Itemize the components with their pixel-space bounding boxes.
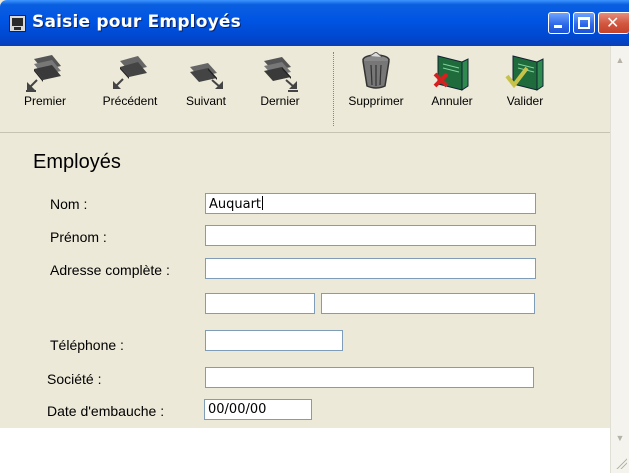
first-record-icon (26, 55, 61, 92)
prenom-field[interactable] (205, 225, 536, 246)
scroll-down-icon[interactable]: ▼ (611, 430, 629, 447)
resize-grip-icon[interactable] (615, 457, 627, 469)
maximize-button[interactable] (573, 12, 595, 34)
minimize-icon (554, 25, 562, 28)
adresse-label: Adresse complète : (50, 262, 170, 278)
nom-label: Nom : (50, 196, 88, 212)
telephone-field[interactable] (205, 330, 343, 351)
cancel-button[interactable]: Annuler (426, 52, 478, 130)
next-record-icon (190, 63, 223, 89)
telephone-label: Téléphone : (50, 337, 124, 353)
scroll-up-icon[interactable]: ▲ (611, 52, 629, 69)
minimize-button[interactable] (548, 12, 570, 34)
previous-record-button[interactable]: Précédent (96, 52, 164, 130)
vertical-scrollbar[interactable]: ▲ ▼ (610, 46, 629, 473)
prenom-label: Prénom : (50, 229, 107, 245)
cancel-label: Annuler (431, 94, 473, 108)
delete-button[interactable]: Supprimer (342, 52, 410, 130)
next-record-button[interactable]: Suivant (180, 52, 232, 130)
last-record-icon (264, 57, 298, 92)
societe-label: Société : (47, 371, 102, 387)
last-record-button[interactable]: Dernier (254, 52, 306, 130)
cancel-folder-icon (433, 55, 469, 91)
toolbar: Premier Précédent Suivant Dernier Suppri… (0, 46, 610, 133)
toolbar-separator (333, 52, 334, 126)
first-record-label: Premier (23, 94, 66, 108)
text-caret (262, 196, 264, 210)
form-footer-area (0, 428, 610, 473)
validate-label: Valider (506, 94, 544, 108)
app-window-icon[interactable] (9, 15, 26, 32)
date-embauche-label: Date d'embauche : (47, 403, 165, 419)
title-bar[interactable]: Saisie pour Employés ✕ (0, 0, 629, 46)
nom-value: Auquart (209, 197, 262, 212)
validate-button[interactable]: Valider (500, 52, 550, 130)
postal-code-field[interactable] (205, 293, 315, 314)
previous-record-icon (113, 56, 147, 89)
maximize-icon (578, 17, 590, 29)
window-title: Saisie pour Employés (32, 12, 241, 32)
city-field[interactable] (321, 293, 535, 314)
previous-record-label: Précédent (102, 94, 158, 108)
delete-label: Supprimer (348, 94, 404, 108)
last-record-label: Dernier (260, 94, 300, 108)
date-embauche-field[interactable]: 00/00/00 (204, 399, 312, 420)
next-record-label: Suivant (185, 94, 227, 108)
first-record-button[interactable]: Premier (23, 52, 67, 130)
close-button[interactable]: ✕ (598, 12, 629, 34)
close-icon: ✕ (606, 15, 620, 32)
societe-field[interactable] (205, 367, 534, 388)
trash-bin-icon (362, 52, 390, 89)
form-title: Employés (33, 151, 121, 173)
nom-field[interactable]: Auquart (205, 193, 536, 214)
employee-form: Employés Nom : Auquart Prénom : Adresse … (0, 134, 610, 428)
adresse-field[interactable] (205, 258, 536, 279)
validate-folder-icon (505, 55, 544, 91)
